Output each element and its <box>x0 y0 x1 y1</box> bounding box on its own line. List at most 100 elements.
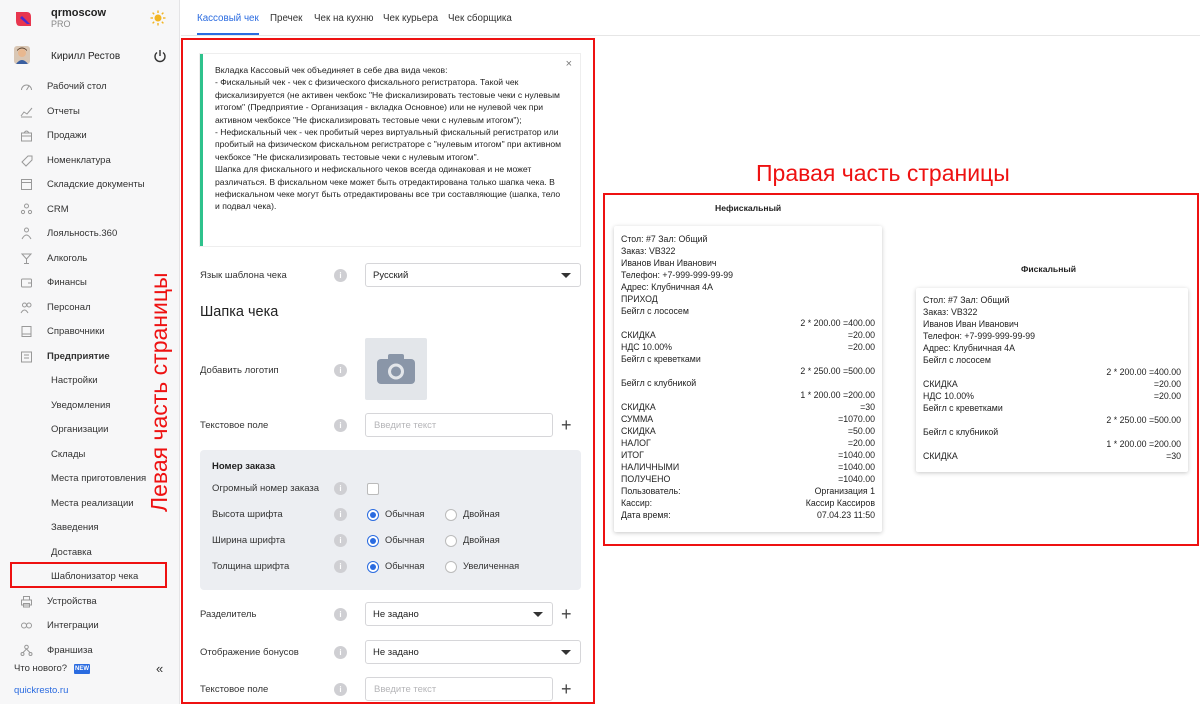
language-select[interactable]: Русский <box>365 263 581 287</box>
info-icon[interactable]: i <box>334 269 347 282</box>
info-icon[interactable]: i <box>334 508 347 521</box>
collapse-sidebar-icon[interactable]: « <box>156 661 163 676</box>
chevron-down-icon <box>533 612 543 617</box>
sidebar-item-crm[interactable]: CRM <box>0 197 180 222</box>
sidebar-subitem-label: Заведения <box>51 522 99 533</box>
people-icon <box>20 203 33 214</box>
receipt-line-value: =20.00 <box>847 330 875 340</box>
add-icon[interactable]: + <box>561 416 572 434</box>
info-icon[interactable]: i <box>334 482 347 495</box>
fiscal-caption: Фискальный <box>1021 264 1077 274</box>
receipt-line-label: Заказ: VB322 <box>621 246 676 256</box>
brand-plan: PRO <box>51 19 71 29</box>
sidebar-item-dashboard[interactable]: Рабочий стол <box>0 74 180 99</box>
separator-select-value: Не задано <box>373 609 419 620</box>
receipt-line-label: Телефон: +7-999-999-99-99 <box>621 270 734 280</box>
tab-courier-receipt[interactable]: Чек курьера <box>383 13 438 24</box>
sidebar-item-label: Лояльность.360 <box>47 228 118 239</box>
info-icon[interactable]: i <box>334 683 347 696</box>
font-weight-normal-radio[interactable] <box>367 561 379 573</box>
chevron-down-icon <box>561 650 571 655</box>
receipt-line-label: Заказ: VB322 <box>923 307 978 317</box>
bonus-select-value: Не задано <box>373 647 419 658</box>
receipt-line-value: Организация 1 <box>814 486 875 496</box>
bonus-select[interactable]: Не задано <box>365 640 581 664</box>
tab-picker-receipt[interactable]: Чек сборщика <box>448 13 512 24</box>
font-width-double-radio[interactable] <box>445 535 457 547</box>
right-part-annotation: Правая часть страницы <box>756 160 1010 186</box>
receipt-line-value: 1 * 200.00 =200.00 <box>800 390 875 400</box>
sidebar-item-sales[interactable]: Продажи <box>0 123 180 148</box>
font-width-double-label: Двойная <box>463 535 500 545</box>
receipt-line-label: Стол: #7 Зал: Общий <box>621 234 708 244</box>
sidebar-item-integrations[interactable]: Интеграции <box>0 613 180 638</box>
sidebar-subitem-label: Места реализации <box>51 497 134 509</box>
receipt-line-value: 2 * 200.00 =400.00 <box>1106 367 1181 377</box>
receipt-line-value: 1 * 200.00 =200.00 <box>1106 439 1181 449</box>
sidebar-subitem-venues[interactable]: Заведения <box>0 515 180 540</box>
font-width-normal-label: Обычная <box>385 535 425 545</box>
font-height-label: Высота шрифта <box>212 509 283 520</box>
building-icon <box>21 351 32 362</box>
receipt-line-label: Иванов Иван Иванович <box>923 319 1019 329</box>
text-field-input[interactable] <box>365 413 553 437</box>
tab-pre-receipt[interactable]: Пречек <box>270 13 302 24</box>
sidebar-subitem-delivery[interactable]: Доставка <box>0 540 180 565</box>
font-weight-bold-radio[interactable] <box>445 561 457 573</box>
receipt-line-label: Бейгл с клубникой <box>923 427 999 437</box>
font-height-double-label: Двойная <box>463 509 500 519</box>
site-link[interactable]: quickresto.ru <box>14 685 68 696</box>
receipt-line-label: НДС 10.00% <box>923 391 974 401</box>
receipt-line-value: =20.00 <box>847 342 875 352</box>
user-profile[interactable]: Кирилл Рестов <box>0 44 180 70</box>
font-height-normal-radio[interactable] <box>367 509 379 521</box>
separator-select[interactable]: Не задано <box>365 602 553 626</box>
power-icon[interactable] <box>153 49 167 63</box>
receipt-line-label: НАЛОГ <box>621 438 651 448</box>
tab-kitchen-receipt[interactable]: Чек на кухню <box>314 13 374 24</box>
user-name: Кирилл Рестов <box>51 51 121 62</box>
text-field-input[interactable] <box>365 677 553 701</box>
receipt-line-value: =1040.00 <box>838 450 875 460</box>
receipt-line-label: НДС 10.00% <box>621 342 672 352</box>
info-icon[interactable]: i <box>334 646 347 659</box>
brand[interactable]: qrmoscow PRO <box>0 0 180 36</box>
box-icon <box>21 179 32 190</box>
separator-label: Разделитель <box>200 609 257 620</box>
info-icon[interactable]: i <box>334 419 347 432</box>
book-icon <box>21 326 32 337</box>
sidebar-item-devices[interactable]: Устройства <box>0 589 180 614</box>
receipt-line-value: 07.04.23 11:50 <box>816 510 875 520</box>
sidebar-item-label: Предприятие <box>47 350 110 362</box>
nonfiscal-caption: Нефискальный <box>715 203 782 213</box>
font-width-normal-radio[interactable] <box>367 535 379 547</box>
font-height-double-radio[interactable] <box>445 509 457 521</box>
sidebar-item-franchise[interactable]: Франшиза <box>0 638 180 663</box>
sidebar-item-nomenclature[interactable]: Номенклатура <box>0 148 180 173</box>
info-icon[interactable]: i <box>334 534 347 547</box>
sidebar-item-label: Справочники <box>47 326 105 337</box>
loyalty-icon <box>21 227 32 240</box>
sidebar-item-reports[interactable]: Отчеты <box>0 99 180 124</box>
info-icon[interactable]: i <box>334 364 347 377</box>
receipt-line-label: ПОЛУЧЕНО <box>621 474 671 484</box>
sidebar-item-loyalty[interactable]: Лояльность.360 <box>0 221 180 246</box>
info-icon[interactable]: i <box>334 560 347 573</box>
add-icon[interactable]: + <box>561 605 572 623</box>
info-icon[interactable]: i <box>334 608 347 621</box>
sidebar-item-alcohol[interactable]: Алкоголь <box>0 246 180 271</box>
sidebar-item-label: Персонал <box>47 301 91 313</box>
receipt-line-value: 2 * 250.00 =500.00 <box>800 366 875 376</box>
sidebar-item-label: Интеграции <box>47 620 99 631</box>
add-icon[interactable]: + <box>561 680 572 698</box>
tab-cash-receipt[interactable]: Кассовый чек <box>197 13 259 24</box>
whats-new-link[interactable]: Что нового? <box>14 663 67 674</box>
sun-icon[interactable] <box>150 10 166 26</box>
huge-order-checkbox[interactable] <box>367 483 379 495</box>
brand-name: qrmoscow <box>51 7 107 19</box>
close-icon[interactable]: × <box>566 58 572 70</box>
logo-upload[interactable] <box>365 338 427 400</box>
chevron-down-icon <box>561 273 571 278</box>
receipt-line-label: СУММА <box>621 414 654 424</box>
sidebar-item-warehouse-docs[interactable]: Складские документы <box>0 172 180 197</box>
